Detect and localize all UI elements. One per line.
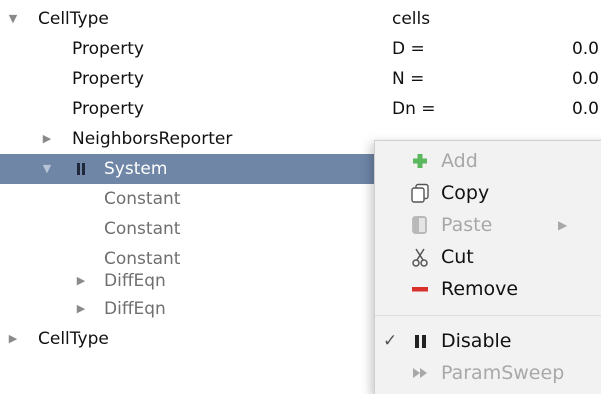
menu-item-cut[interactable]: Cut <box>375 241 601 273</box>
tree-row-value: D = <box>392 39 425 59</box>
collapsed-triangle-icon[interactable]: ▶ <box>74 294 88 324</box>
menu-item-add[interactable]: Add <box>375 145 601 177</box>
menu-item-label: ParamSweep <box>441 362 565 384</box>
expanded-triangle-icon[interactable]: ▼ <box>6 4 20 34</box>
scissors-icon <box>412 248 428 267</box>
tree-row-property-d[interactable]: Property D = 0.0 <box>0 34 601 64</box>
tree-row-value: Dn = <box>392 99 436 119</box>
tree-row-label: NeighborsReporter <box>72 129 233 149</box>
tree-row-label: Constant <box>104 189 181 209</box>
collapsed-triangle-icon[interactable]: ▶ <box>6 324 20 354</box>
model-editor: ▼ CellType cells Property D = 0.0 Proper… <box>0 0 601 394</box>
minus-icon <box>412 287 428 292</box>
tree-row-label: DiffEqn <box>104 271 166 291</box>
plus-icon <box>413 154 427 168</box>
menu-item-copy[interactable]: Copy <box>375 177 601 209</box>
menu-item-label: Copy <box>441 182 490 204</box>
tree-row-label: DiffEqn <box>104 299 166 319</box>
menu-item-paste[interactable]: Paste ▶ <box>375 209 601 241</box>
tree-row-celltype[interactable]: ▼ CellType cells <box>0 4 601 34</box>
menu-item-label: Paste <box>441 214 493 236</box>
tree-row-label: Property <box>72 69 144 89</box>
pause-icon <box>76 163 86 175</box>
tree-row-value: N = <box>392 69 425 89</box>
menu-item-paramsweep[interactable]: ParamSweep <box>375 357 601 389</box>
menu-item-label: Remove <box>441 278 519 300</box>
menu-item-disable[interactable]: ✓ Disable <box>375 325 601 357</box>
expanded-triangle-icon[interactable]: ▼ <box>40 154 54 184</box>
menu-separator <box>375 315 601 316</box>
tree-row-label: Constant <box>104 219 181 239</box>
paste-icon <box>412 216 427 234</box>
tree-row-value: cells <box>392 9 431 29</box>
menu-item-remove[interactable]: Remove <box>375 273 601 305</box>
submenu-arrow-icon: ▶ <box>558 218 568 232</box>
tree-row-label: Property <box>72 39 144 59</box>
context-menu: Add Copy Paste ▶ Cut Remove ✓ Disable Pa… <box>374 140 601 394</box>
pause-icon <box>415 335 426 348</box>
tree-row-number: 0.0 <box>571 99 599 119</box>
menu-item-label: Add <box>441 150 478 172</box>
menu-item-label: Disable <box>441 330 512 352</box>
tree-row-label: Property <box>72 99 144 119</box>
tree-row-label: System <box>104 159 168 179</box>
fast-forward-icon <box>413 368 427 378</box>
collapsed-triangle-icon[interactable]: ▶ <box>40 124 54 154</box>
tree-row-property-n[interactable]: Property N = 0.0 <box>0 64 601 94</box>
tree-row-number: 0.0 <box>571 69 599 89</box>
menu-item-label: Cut <box>441 246 474 268</box>
tree-row-label: CellType <box>38 329 109 349</box>
tree-row-label: CellType <box>38 9 109 29</box>
tree-row-property-dn[interactable]: Property Dn = 0.0 <box>0 94 601 124</box>
checkmark-icon: ✓ <box>383 331 398 351</box>
copy-icon <box>411 183 429 203</box>
collapsed-triangle-icon[interactable]: ▶ <box>74 266 88 296</box>
tree-row-number: 0.0 <box>571 39 599 59</box>
